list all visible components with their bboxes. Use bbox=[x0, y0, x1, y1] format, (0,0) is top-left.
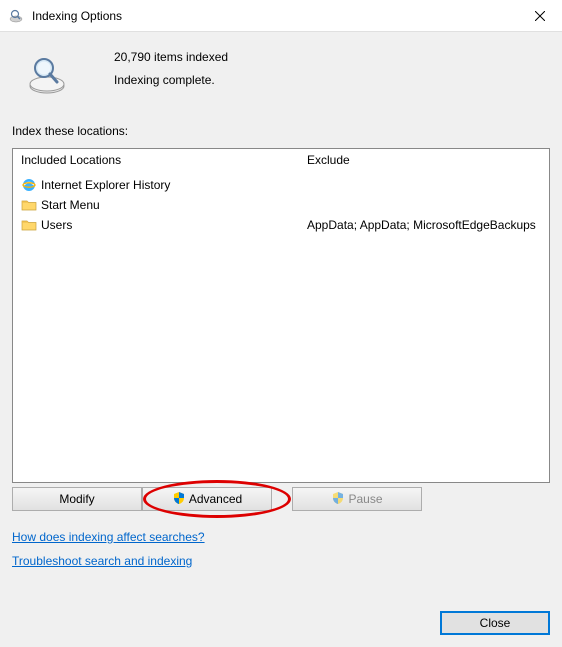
indexing-state: Indexing complete. bbox=[114, 69, 228, 92]
location-name: Internet Explorer History bbox=[41, 178, 170, 192]
pause-button-label: Pause bbox=[348, 492, 382, 506]
locations-list[interactable]: Included Locations Internet Explorer His… bbox=[12, 148, 550, 483]
pause-button: Pause bbox=[292, 487, 422, 511]
ie-icon bbox=[21, 177, 37, 193]
exclude-value: AppData; AppData; MicrosoftEdgeBackups bbox=[307, 215, 541, 235]
shield-icon bbox=[331, 491, 345, 508]
list-item[interactable]: Start Menu bbox=[21, 195, 291, 215]
dialog-body: 20,790 items indexed Indexing complete. … bbox=[0, 32, 562, 647]
shield-icon bbox=[172, 491, 186, 508]
advanced-button-label: Advanced bbox=[189, 492, 242, 506]
location-name: Start Menu bbox=[41, 198, 100, 212]
how-indexing-affects-link[interactable]: How does indexing affect searches? bbox=[12, 525, 205, 549]
folder-icon bbox=[21, 197, 37, 213]
index-locations-label: Index these locations: bbox=[12, 124, 550, 138]
close-button[interactable]: Close bbox=[440, 611, 550, 635]
close-icon[interactable] bbox=[517, 0, 562, 32]
included-locations-header: Included Locations bbox=[21, 153, 291, 167]
exclude-value bbox=[307, 175, 541, 195]
exclude-value bbox=[307, 195, 541, 215]
help-links: How does indexing affect searches? Troub… bbox=[12, 525, 550, 573]
exclude-header: Exclude bbox=[307, 153, 541, 167]
items-indexed-count: 20,790 items indexed bbox=[114, 46, 228, 69]
location-name: Users bbox=[41, 218, 72, 232]
status-area: 20,790 items indexed Indexing complete. bbox=[12, 46, 550, 96]
list-item[interactable]: Users bbox=[21, 215, 291, 235]
modify-button[interactable]: Modify bbox=[12, 487, 142, 511]
magnifier-drive-icon bbox=[26, 54, 68, 96]
list-item[interactable]: Internet Explorer History bbox=[21, 175, 291, 195]
troubleshoot-link[interactable]: Troubleshoot search and indexing bbox=[12, 549, 192, 573]
window-title: Indexing Options bbox=[32, 9, 517, 23]
advanced-button[interactable]: Advanced bbox=[142, 487, 272, 511]
buttons-row: Modify Advanced Pause bbox=[12, 487, 550, 511]
indexing-options-icon bbox=[8, 8, 24, 24]
titlebar: Indexing Options bbox=[0, 0, 562, 32]
folder-icon bbox=[21, 217, 37, 233]
